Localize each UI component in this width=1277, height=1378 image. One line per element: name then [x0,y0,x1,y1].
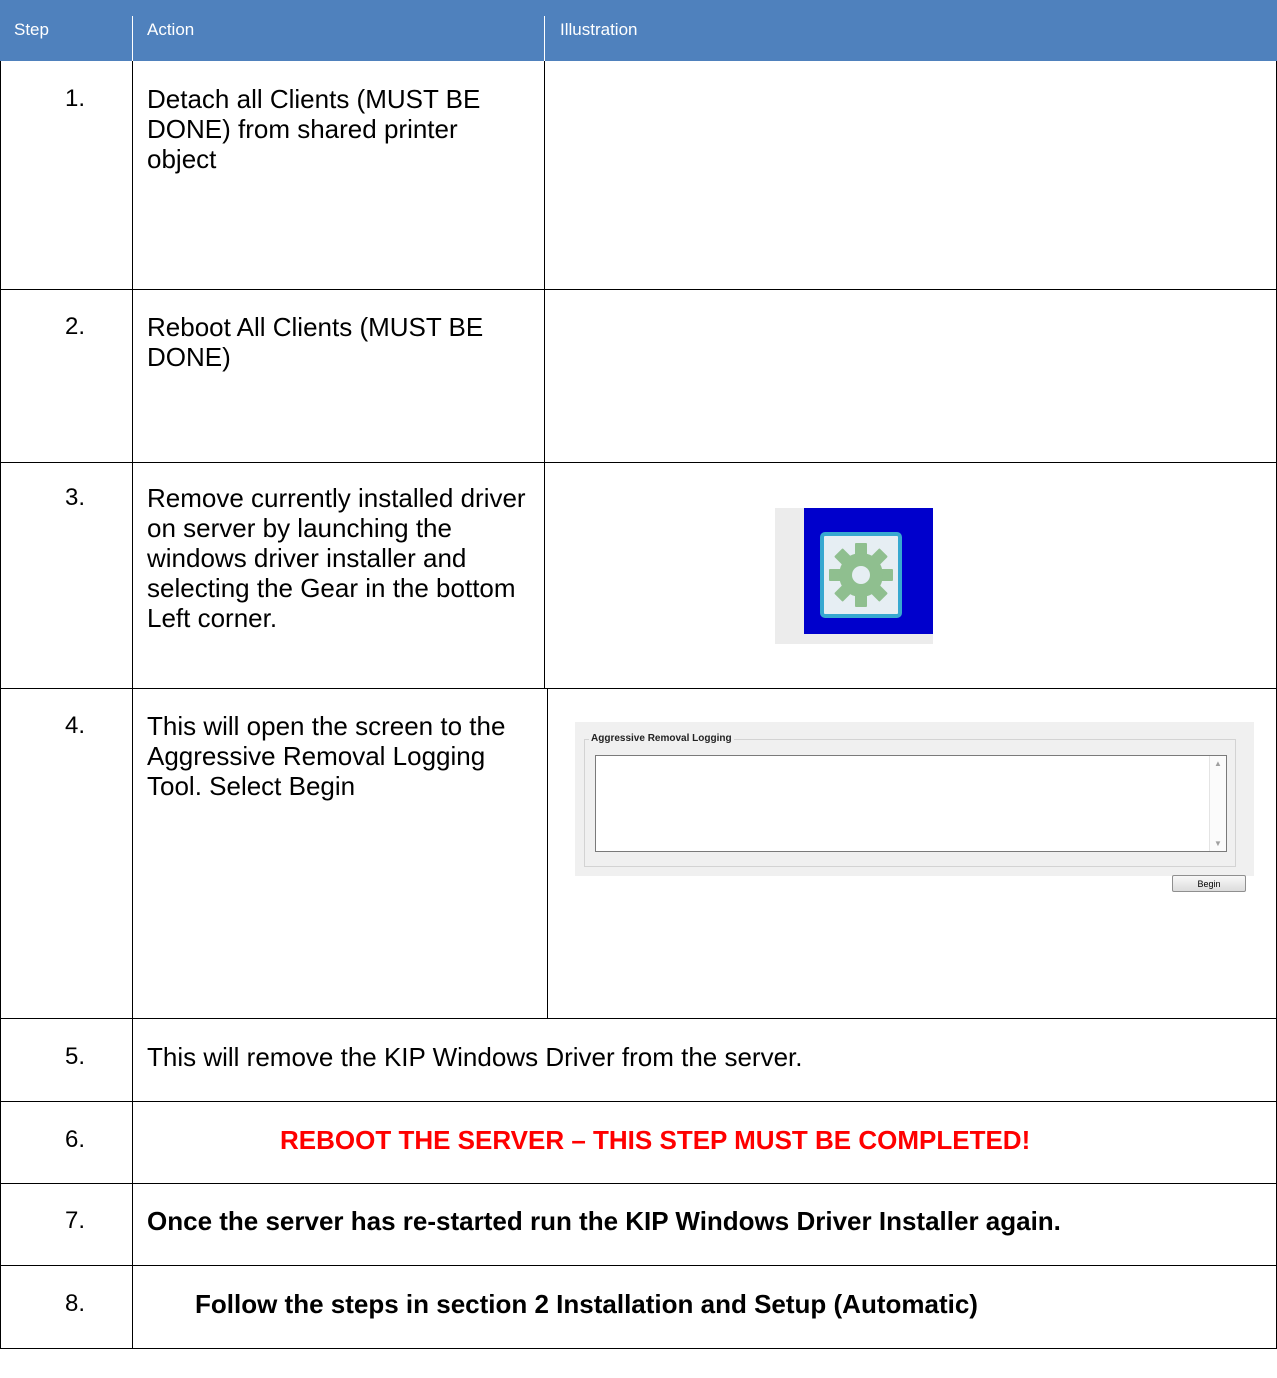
table-header: Step Action Illustration [0,0,1277,61]
step-number: 2. [64,313,85,340]
step-action: Reboot All Clients (MUST BE DONE) [147,312,484,372]
header-action: Action [147,20,195,39]
row-divider [0,688,1277,689]
header-separator [132,16,133,61]
row-divider [0,1101,1277,1102]
step-number: 5. [64,1043,85,1070]
scroll-down-icon[interactable]: ▼ [1214,839,1222,848]
header-separator [544,16,545,61]
log-textarea[interactable]: ▲ ▼ [595,755,1227,852]
step-action-warning: REBOOT THE SERVER – THIS STEP MUST BE CO… [280,1125,1031,1155]
row-divider [0,1183,1277,1184]
column-divider [547,688,548,1018]
logging-group-title: Aggressive Removal Logging [589,733,734,744]
step-number: 8. [64,1290,85,1317]
step-number: 3. [64,484,85,511]
step-action: Detach all Clients (MUST BE DONE) from s… [147,84,481,174]
column-divider [544,61,545,688]
row-divider [0,289,1277,290]
step-number: 6. [64,1126,85,1153]
gear-background [804,508,933,634]
row-divider [0,462,1277,463]
gear-icon [829,543,893,607]
begin-button[interactable]: Begin [1172,875,1246,892]
log-scrollbar[interactable]: ▲ ▼ [1209,756,1226,851]
step-number: 4. [64,712,85,739]
step-action: Follow the steps in section 2 Installati… [195,1289,978,1319]
aggressive-removal-panel: Aggressive Removal Logging ▲ ▼ Begin [575,722,1254,892]
header-illustration: Illustration [560,20,638,39]
scroll-up-icon[interactable]: ▲ [1214,759,1222,768]
gear-tile [820,532,902,618]
step-action: Remove currently installed driver on ser… [147,483,526,633]
step-number: 7. [64,1207,85,1234]
column-divider [132,61,133,1349]
step-action: This will open the screen to the Aggress… [147,711,506,801]
step-number: 1. [64,85,85,112]
row-divider [0,1265,1277,1266]
gear-illustration [775,508,933,644]
step-action: This will remove the KIP Windows Driver … [147,1042,803,1072]
row-divider [0,1018,1277,1019]
row-divider [0,1348,1277,1349]
step-action: Once the server has re-started run the K… [147,1206,1061,1236]
column-divider [0,61,1,1349]
header-step: Step [14,20,49,39]
